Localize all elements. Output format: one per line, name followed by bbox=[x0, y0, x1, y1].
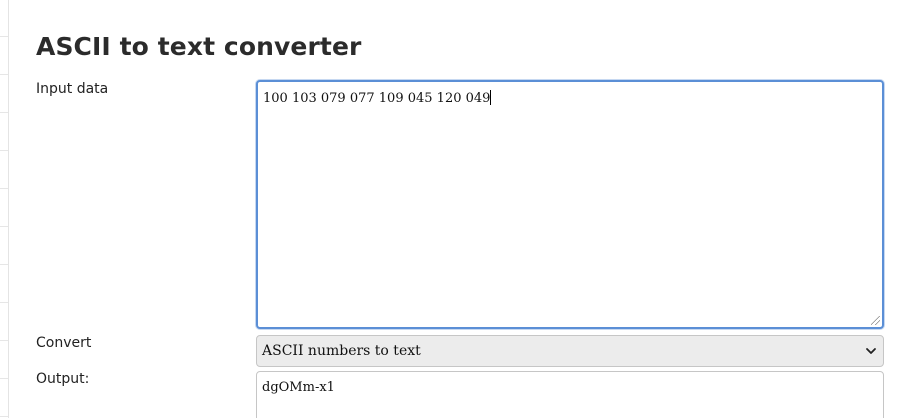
chevron-down-icon bbox=[864, 344, 878, 358]
input-data-value: 100 103 079 077 109 045 120 049 bbox=[263, 91, 491, 106]
left-sidebar-edge bbox=[0, 0, 9, 418]
resize-grip-icon[interactable] bbox=[871, 316, 880, 325]
input-data-label: Input data bbox=[36, 81, 109, 97]
output-label: Output: bbox=[36, 371, 90, 387]
output-value: dgOMm-x1 bbox=[262, 380, 335, 395]
page-title: ASCII to text converter bbox=[36, 32, 362, 61]
output-textarea[interactable]: dgOMm-x1 bbox=[256, 371, 884, 418]
text-cursor bbox=[490, 90, 492, 105]
converter-page: ASCII to text converter Input data 100 1… bbox=[0, 0, 917, 418]
input-data-textarea[interactable]: 100 103 079 077 109 045 120 049 bbox=[256, 80, 884, 329]
convert-select[interactable]: ASCII numbers to text bbox=[256, 335, 884, 367]
convert-selected-value: ASCII numbers to text bbox=[262, 343, 421, 359]
convert-label: Convert bbox=[36, 335, 92, 351]
